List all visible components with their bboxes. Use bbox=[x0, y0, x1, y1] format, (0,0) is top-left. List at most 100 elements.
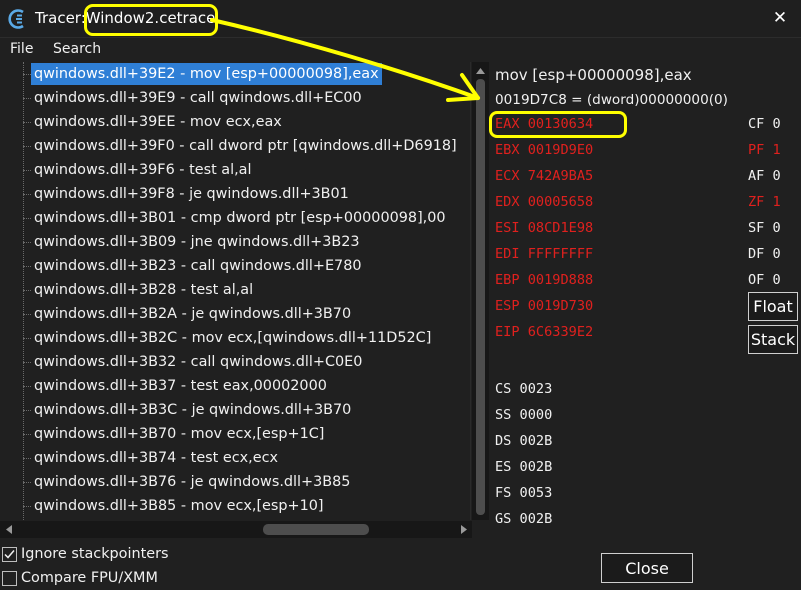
trace-list-item[interactable]: qwindows.dll+3B32 - call qwindows.dll+C0… bbox=[0, 350, 471, 374]
trace-list-item[interactable]: qwindows.dll+3B23 - call qwindows.dll+E7… bbox=[0, 254, 471, 278]
menu-search[interactable]: Search bbox=[53, 41, 101, 57]
flag-value[interactable]: CF 0 bbox=[748, 116, 781, 132]
register-value[interactable]: ECX 742A9BA5 bbox=[495, 168, 593, 184]
trace-list-item[interactable]: qwindows.dll+39E2 - mov [esp+00000098],e… bbox=[0, 62, 471, 86]
register-value[interactable]: EBX 0019D9E0 bbox=[495, 142, 593, 158]
vertical-scrollbar[interactable] bbox=[472, 62, 489, 520]
compare-fpu-option[interactable]: Compare FPU/XMM bbox=[2, 568, 158, 588]
annotation-title-highlight bbox=[84, 4, 218, 36]
float-button[interactable]: Float bbox=[748, 292, 798, 321]
close-button[interactable]: Close bbox=[601, 553, 693, 583]
trace-list-item[interactable]: qwindows.dll+3B01 - cmp dword ptr [esp+0… bbox=[0, 206, 471, 230]
trace-list-item[interactable]: qwindows.dll+3B09 - jne qwindows.dll+3B2… bbox=[0, 230, 471, 254]
trace-list-item-label: qwindows.dll+3B37 - test eax,00002000 bbox=[34, 378, 327, 394]
close-icon: ✕ bbox=[772, 8, 788, 28]
chevron-left-icon bbox=[5, 525, 12, 534]
trace-list-item-label: qwindows.dll+3B23 - call qwindows.dll+E7… bbox=[34, 258, 362, 274]
tree-connector-tick bbox=[23, 386, 31, 387]
register-value[interactable]: EBP 0019D888 bbox=[495, 272, 593, 288]
compare-fpu-label: Compare FPU/XMM bbox=[21, 570, 158, 586]
trace-list-item[interactable]: qwindows.dll+3B2C - mov ecx,[qwindows.dl… bbox=[0, 326, 471, 350]
tree-connector-tick bbox=[23, 218, 31, 219]
ignore-stackpointers-option[interactable]: Ignore stackpointers bbox=[2, 544, 169, 564]
flag-value[interactable]: ZF 1 bbox=[748, 194, 781, 210]
trace-list-item-label: qwindows.dll+3B74 - test ecx,ecx bbox=[34, 450, 279, 466]
trace-list-item[interactable]: qwindows.dll+3B70 - mov ecx,[esp+1C] bbox=[0, 422, 471, 446]
cheat-engine-logo-icon bbox=[8, 9, 24, 29]
tree-connector-tick bbox=[23, 290, 31, 291]
tree-connector-tick bbox=[23, 410, 31, 411]
register-value[interactable]: ESP 0019D730 bbox=[495, 298, 593, 314]
tree-connector-tick bbox=[23, 458, 31, 459]
register-value[interactable]: EIP 6C6339E2 bbox=[495, 324, 593, 340]
tree-connector-tick bbox=[23, 146, 31, 147]
register-value[interactable]: EDI FFFFFFFF bbox=[495, 246, 593, 262]
trace-list[interactable]: qwindows.dll+39E2 - mov [esp+00000098],e… bbox=[0, 62, 471, 520]
trace-list-item[interactable]: qwindows.dll+3B28 - test al,al bbox=[0, 278, 471, 302]
trace-list-item-label: qwindows.dll+39EE - mov ecx,eax bbox=[34, 114, 282, 130]
tree-connector-tick bbox=[23, 434, 31, 435]
tree-connector-tick bbox=[23, 98, 31, 99]
trace-list-item-label: qwindows.dll+39E9 - call qwindows.dll+EC… bbox=[34, 90, 362, 106]
tree-connector-tick bbox=[23, 362, 31, 363]
horizontal-scrollbar[interactable] bbox=[0, 521, 472, 538]
trace-list-item-label: qwindows.dll+3B32 - call qwindows.dll+C0… bbox=[34, 354, 363, 370]
flag-value[interactable]: SF 0 bbox=[748, 220, 781, 236]
scroll-up-button[interactable] bbox=[472, 62, 489, 79]
trace-list-item-label: qwindows.dll+3B3C - je qwindows.dll+3B70 bbox=[34, 402, 352, 418]
trace-list-item[interactable]: qwindows.dll+3B74 - test ecx,ecx bbox=[0, 446, 471, 470]
trace-list-item-label: qwindows.dll+39F6 - test al,al bbox=[34, 162, 252, 178]
trace-list-item[interactable]: qwindows.dll+3B37 - test eax,00002000 bbox=[0, 374, 471, 398]
segment-register-value[interactable]: CS 0023 bbox=[495, 381, 552, 397]
vertical-scroll-thumb[interactable] bbox=[476, 79, 485, 515]
segment-register-value[interactable]: ES 002B bbox=[495, 459, 552, 475]
stack-button[interactable]: Stack bbox=[748, 325, 798, 354]
horizontal-scroll-thumb[interactable] bbox=[263, 524, 369, 535]
trace-list-item-label: qwindows.dll+3B85 - mov ecx,[esp+10] bbox=[34, 498, 324, 514]
flag-value[interactable]: OF 0 bbox=[748, 272, 781, 288]
tree-connector-tick bbox=[23, 482, 31, 483]
register-value[interactable]: ESI 08CD1E98 bbox=[495, 220, 593, 236]
tree-connector-tick bbox=[23, 314, 31, 315]
menu-file[interactable]: File bbox=[10, 41, 33, 57]
ignore-stackpointers-checkbox[interactable] bbox=[2, 546, 17, 562]
trace-list-item[interactable]: qwindows.dll+3B3C - je qwindows.dll+3B70 bbox=[0, 398, 471, 422]
trace-list-item-label: qwindows.dll+3B2C - mov ecx,[qwindows.dl… bbox=[34, 330, 432, 346]
segment-register-value[interactable]: SS 0000 bbox=[495, 407, 552, 423]
trace-list-item[interactable]: qwindows.dll+3B2A - je qwindows.dll+3B70 bbox=[0, 302, 471, 326]
trace-list-item-label: qwindows.dll+3B01 - cmp dword ptr [esp+0… bbox=[34, 210, 446, 226]
tree-connector-tick bbox=[23, 122, 31, 123]
trace-list-item[interactable]: qwindows.dll+39E9 - call qwindows.dll+EC… bbox=[0, 86, 471, 110]
flag-value[interactable]: DF 0 bbox=[748, 246, 781, 262]
memory-value-text: 0019D7C8 = (dword)00000000(0) bbox=[495, 92, 728, 108]
trace-list-item-label: qwindows.dll+39F8 - je qwindows.dll+3B01 bbox=[34, 186, 349, 202]
tree-connector-tick bbox=[23, 338, 31, 339]
ignore-stackpointers-label: Ignore stackpointers bbox=[21, 546, 169, 562]
trace-list-item-label: qwindows.dll+3B2A - je qwindows.dll+3B70 bbox=[34, 306, 352, 322]
instruction-text: mov [esp+00000098],eax bbox=[495, 66, 692, 84]
compare-fpu-checkbox[interactable] bbox=[2, 570, 17, 586]
flag-value[interactable]: AF 0 bbox=[748, 168, 781, 184]
tree-connector-tick bbox=[23, 242, 31, 243]
trace-list-item[interactable]: qwindows.dll+3B85 - mov ecx,[esp+10] bbox=[0, 494, 471, 518]
trace-list-item[interactable]: qwindows.dll+39F8 - je qwindows.dll+3B01 bbox=[0, 182, 471, 206]
tree-connector-tick bbox=[23, 170, 31, 171]
segment-register-value[interactable]: GS 002B bbox=[495, 511, 552, 527]
trace-list-item[interactable]: qwindows.dll+39EE - mov ecx,eax bbox=[0, 110, 471, 134]
tree-connector-tick bbox=[23, 74, 31, 75]
trace-list-item[interactable]: qwindows.dll+3B76 - je qwindows.dll+3B85 bbox=[0, 470, 471, 494]
segment-register-value[interactable]: FS 0053 bbox=[495, 485, 552, 501]
segment-register-value[interactable]: DS 002B bbox=[495, 433, 552, 449]
scroll-right-button[interactable] bbox=[455, 521, 472, 538]
trace-list-item-label: qwindows.dll+3B09 - jne qwindows.dll+3B2… bbox=[34, 234, 360, 250]
trace-list-item-label: qwindows.dll+3B28 - test al,al bbox=[34, 282, 254, 298]
trace-list-item-label: qwindows.dll+3B70 - mov ecx,[esp+1C] bbox=[34, 426, 325, 442]
trace-list-item[interactable]: qwindows.dll+39F6 - test al,al bbox=[0, 158, 471, 182]
register-value[interactable]: EDX 00005658 bbox=[495, 194, 593, 210]
scroll-left-button[interactable] bbox=[0, 521, 17, 538]
trace-list-item[interactable]: qwindows.dll+39F0 - call dword ptr [qwin… bbox=[0, 134, 471, 158]
window-close-button[interactable]: ✕ bbox=[760, 0, 800, 36]
flag-value[interactable]: PF 1 bbox=[748, 142, 781, 158]
menu-bar: File Search bbox=[0, 39, 801, 61]
chevron-up-icon bbox=[476, 67, 485, 74]
